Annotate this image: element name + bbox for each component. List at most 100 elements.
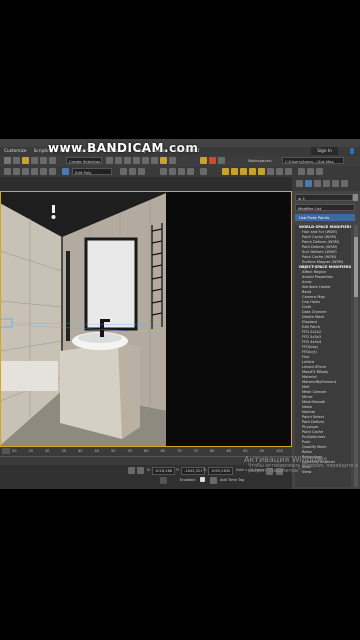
edit-named-selection-icon[interactable] bbox=[49, 157, 56, 164]
object-color-swatch[interactable] bbox=[353, 194, 358, 201]
timeline-tick-label: 80 bbox=[210, 449, 215, 453]
timeline-tick-label: 100 bbox=[276, 449, 283, 453]
timeline-tick-label: 60 bbox=[144, 449, 149, 453]
box-icon[interactable] bbox=[160, 168, 167, 175]
modifier-list-dropdown[interactable]: Modifier List bbox=[295, 204, 355, 211]
timeline-tick-label: 85 bbox=[226, 449, 232, 453]
render-setup-icon[interactable] bbox=[169, 157, 176, 164]
timeline-tick-label: 30 bbox=[45, 449, 50, 453]
x-coordinate-field[interactable]: 1016,288 bbox=[152, 467, 176, 475]
render-icon[interactable] bbox=[209, 157, 216, 164]
layer-dropdown[interactable]: Edit Poly bbox=[72, 168, 112, 175]
selected-modifier-item[interactable]: Use Pivot Points bbox=[295, 214, 355, 221]
render-iterative-icon[interactable] bbox=[218, 157, 225, 164]
timeline-tick-label: 90 bbox=[243, 449, 248, 453]
command-panel-tabs bbox=[292, 177, 360, 191]
percent-snap-icon[interactable] bbox=[31, 157, 38, 164]
undo-icon[interactable] bbox=[4, 168, 11, 175]
vray-proxy-icon[interactable] bbox=[267, 168, 274, 175]
workspace-label: Workspaces: bbox=[248, 158, 273, 163]
sun-icon[interactable] bbox=[231, 168, 238, 175]
select-object-icon[interactable] bbox=[4, 157, 11, 164]
secondary-toolbar: Edit Poly bbox=[0, 166, 360, 177]
material-editor-icon[interactable] bbox=[160, 157, 167, 164]
hierarchy-tab-icon[interactable] bbox=[314, 180, 321, 187]
create-tab-icon[interactable] bbox=[296, 180, 303, 187]
sky-icon[interactable] bbox=[240, 168, 247, 175]
cylinder-icon[interactable] bbox=[178, 168, 185, 175]
vray-camera-icon[interactable] bbox=[298, 168, 305, 175]
layer-explorer-icon[interactable] bbox=[124, 157, 131, 164]
sphere-icon[interactable] bbox=[169, 168, 176, 175]
selection-set-dropdown[interactable]: Create Selection Se bbox=[66, 157, 102, 171]
torus-icon[interactable] bbox=[187, 168, 194, 175]
windows-activation-subtitle: Чтобы активировать Windows, перейдите в … bbox=[248, 464, 359, 474]
vray-light-icon[interactable] bbox=[249, 168, 256, 175]
create-icon[interactable] bbox=[120, 168, 127, 175]
bind-spacewarp-icon[interactable] bbox=[40, 168, 47, 175]
perspective-viewport[interactable] bbox=[0, 191, 292, 447]
redo-icon[interactable] bbox=[13, 168, 20, 175]
layer-icon[interactable] bbox=[62, 168, 69, 175]
display-tab-icon[interactable] bbox=[332, 180, 339, 187]
spinner-snap-icon[interactable] bbox=[40, 157, 47, 164]
enabled-checkbox[interactable] bbox=[200, 477, 205, 482]
lock-selection-icon[interactable] bbox=[128, 467, 135, 474]
mirror-icon[interactable] bbox=[106, 157, 113, 164]
hierarchy-icon[interactable] bbox=[138, 168, 145, 175]
z-coordinate-field[interactable]: 1005,2830 bbox=[208, 467, 234, 475]
y-coordinate-field[interactable]: -1643,321 bbox=[181, 467, 206, 475]
selection-filter-icon[interactable] bbox=[49, 168, 56, 175]
windows-activation-title: Активация Windows bbox=[244, 455, 328, 464]
scroll-thumb[interactable] bbox=[354, 237, 358, 297]
motion-tab-icon[interactable] bbox=[323, 180, 330, 187]
vray-scene-icon[interactable] bbox=[316, 168, 323, 175]
x-label: X: bbox=[147, 468, 151, 472]
timeline-tick-label: 40 bbox=[78, 449, 83, 453]
light-icon[interactable] bbox=[222, 168, 229, 175]
app-window: Customize Scripting Help Civil View Subs… bbox=[0, 139, 360, 489]
toggle-ribbon-icon[interactable] bbox=[133, 157, 140, 164]
bandicam-watermark: www.BANDICAM.com bbox=[48, 141, 199, 155]
angle-snap-icon[interactable] bbox=[22, 157, 29, 164]
modify-icon[interactable] bbox=[129, 168, 136, 175]
modifier-list-scrollbar[interactable] bbox=[354, 225, 358, 487]
absolute-mode-icon[interactable] bbox=[137, 467, 144, 474]
utilities-tab-icon[interactable] bbox=[341, 180, 348, 187]
link-icon[interactable] bbox=[22, 168, 29, 175]
snaps-icon[interactable] bbox=[13, 157, 20, 164]
z-label: Z: bbox=[203, 468, 207, 472]
vray-frame-buffer-icon[interactable] bbox=[307, 168, 314, 175]
time-slider-handle[interactable] bbox=[2, 448, 10, 454]
timeline-tick-label: 75 bbox=[193, 449, 199, 453]
timeline-tick-label: 70 bbox=[177, 449, 182, 453]
timeline-tick-label: 25 bbox=[28, 449, 34, 453]
timeline-tick-label: 45 bbox=[94, 449, 100, 453]
align-icon[interactable] bbox=[115, 157, 122, 164]
sign-in-button[interactable]: Sign In bbox=[311, 147, 338, 155]
scene-render bbox=[0, 191, 292, 447]
menu-customize[interactable]: Customize bbox=[4, 149, 27, 154]
plane-icon[interactable] bbox=[200, 168, 207, 175]
add-time-tag[interactable]: Add Time Tag bbox=[220, 478, 244, 482]
command-panel: ж 1 Modifier List Use Pivot Points WORLD… bbox=[292, 191, 360, 489]
unlink-icon[interactable] bbox=[31, 168, 38, 175]
modify-tab-icon[interactable] bbox=[305, 180, 312, 187]
curve-editor-icon[interactable] bbox=[142, 157, 149, 164]
enabled-label: Enabled: bbox=[180, 478, 196, 482]
render-frame-icon[interactable] bbox=[200, 157, 207, 164]
project-path-dropdown[interactable]: C:\Users\Arsen...\3ds Max 2021 bbox=[282, 157, 344, 171]
object-name-field[interactable]: ж 1 bbox=[295, 194, 353, 201]
help-icon[interactable] bbox=[350, 148, 354, 154]
vray-fur-icon[interactable] bbox=[276, 168, 283, 175]
timeline-tick-label: 35 bbox=[61, 449, 67, 453]
modifier-list[interactable]: WORLD-SPACE MODIFIERS Hair and Fur (WSM) P… bbox=[295, 225, 351, 487]
time-tag-icon[interactable] bbox=[210, 477, 217, 484]
timeline-tick-label: 65 bbox=[160, 449, 166, 453]
timeline-tick-label: 95 bbox=[259, 449, 265, 453]
vray-sun-icon[interactable] bbox=[258, 168, 265, 175]
vray-plane-icon[interactable] bbox=[285, 168, 292, 175]
timeline-tick-label: 50 bbox=[111, 449, 116, 453]
schematic-view-icon[interactable] bbox=[151, 157, 158, 164]
adaptive-degradation-icon[interactable] bbox=[160, 477, 167, 484]
